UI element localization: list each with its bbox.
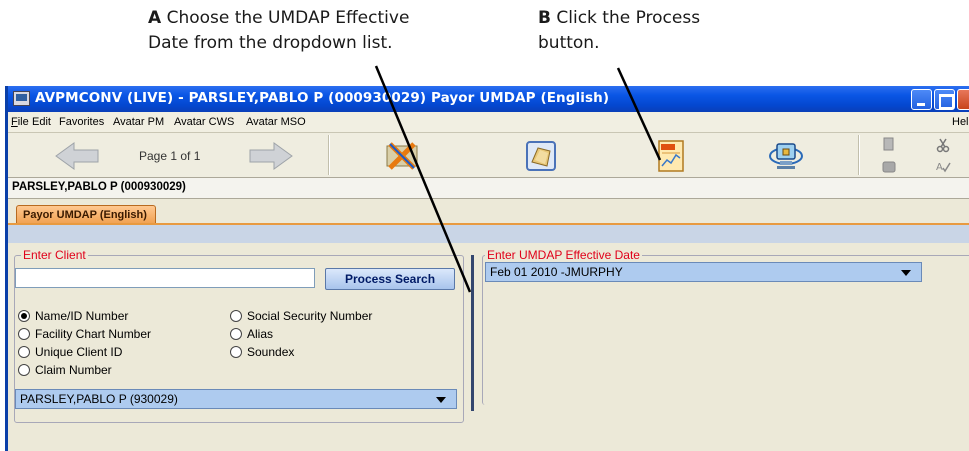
next-page-icon[interactable]	[248, 142, 294, 170]
window-title: AVPMCONV (LIVE) - PARSLEY,PABLO P (00093…	[35, 90, 610, 106]
page-indicator: Page 1 of 1	[139, 149, 201, 163]
cancel-form-icon[interactable]	[384, 138, 420, 174]
enter-client-group: Enter Client Process Search Name/ID Numb…	[14, 248, 464, 423]
option-facility-chart-label: Facility Chart Number	[35, 327, 152, 341]
option-soundex-label: Soundex	[247, 345, 295, 359]
secure-computer-icon[interactable]	[768, 138, 804, 174]
option-ssn[interactable]: Social Security Number	[230, 309, 372, 323]
menu-avatar-pm[interactable]: Avatar PM	[113, 116, 164, 128]
option-unique-client[interactable]: Unique Client ID	[18, 345, 122, 359]
callout-b-letter: B	[538, 8, 551, 28]
form-content: Enter Client Process Search Name/ID Numb…	[8, 243, 969, 451]
callout-b-line2: button.	[538, 33, 600, 53]
previous-page-icon[interactable]	[54, 142, 100, 170]
callout-a-line1: Choose the UMDAP Effective	[166, 8, 410, 28]
menu-favorites[interactable]: Favorites	[59, 116, 104, 128]
umdap-date-dropdown[interactable]: Feb 01 2010 -JMURPHY	[485, 262, 922, 282]
radio-unselected[interactable]	[18, 328, 30, 340]
paste-icon[interactable]	[881, 158, 897, 174]
client-select-value: PARSLEY,PABLO P (930029)	[20, 392, 178, 406]
umdap-date-group: Enter UMDAP Effective Date Feb 01 2010 -…	[482, 248, 969, 405]
toolbar: Page 1 of 1 A	[8, 132, 969, 178]
option-claim[interactable]: Claim Number	[18, 363, 112, 377]
menu-avatar-cws[interactable]: Avatar CWS	[174, 116, 234, 128]
umdap-date-legend: Enter UMDAP Effective Date	[485, 248, 642, 262]
copy-icon[interactable]	[881, 137, 897, 153]
panel-divider	[471, 255, 474, 411]
toolbar-separator	[328, 135, 330, 175]
callout-a-line2: Date from the dropdown list.	[148, 33, 393, 53]
radio-unselected[interactable]	[18, 364, 30, 376]
enter-client-legend: Enter Client	[21, 248, 88, 262]
radio-unselected[interactable]	[230, 310, 242, 322]
title-bar[interactable]: AVPMCONV (LIVE) - PARSLEY,PABLO P (00093…	[8, 86, 969, 112]
menu-edit[interactable]: Edit	[32, 116, 51, 128]
close-button[interactable]	[957, 89, 969, 110]
option-ssn-label: Social Security Number	[247, 309, 373, 323]
client-name: PARSLEY,PABLO P (000930029)	[12, 181, 186, 193]
chevron-down-icon[interactable]	[436, 397, 446, 403]
radio-unselected[interactable]	[230, 346, 242, 358]
chevron-down-icon[interactable]	[901, 270, 911, 276]
menu-avatar-mso[interactable]: Avatar MSO	[246, 116, 306, 128]
tab-strip: Payor UMDAP (English)	[8, 199, 969, 243]
client-header: PARSLEY,PABLO P (000930029)	[8, 178, 969, 199]
minimize-button[interactable]	[911, 89, 932, 110]
callout-a-letter: A	[148, 8, 162, 28]
tab-payor-umdap[interactable]: Payor UMDAP (English)	[16, 205, 156, 224]
cut-icon[interactable]	[935, 137, 951, 153]
svg-text:A: A	[936, 162, 943, 173]
menu-help[interactable]: Help	[952, 116, 969, 128]
callout-a: A Choose the UMDAP Effective Date from t…	[148, 6, 409, 56]
client-search-input[interactable]	[15, 268, 315, 288]
callout-b: B Click the Process button.	[538, 6, 700, 56]
app-window: AVPMCONV (LIVE) - PARSLEY,PABLO P (00093…	[5, 86, 969, 451]
option-soundex[interactable]: Soundex	[230, 345, 294, 359]
process-report-icon[interactable]	[653, 138, 689, 174]
toolbar-separator	[858, 135, 860, 175]
option-name-id[interactable]: Name/ID Number	[18, 309, 128, 323]
process-search-button[interactable]: Process Search	[325, 268, 455, 290]
option-facility-chart[interactable]: Facility Chart Number	[18, 327, 151, 341]
option-alias-label: Alias	[247, 327, 274, 341]
app-monitor-icon	[13, 91, 30, 106]
menu-bar: File Edit Favorites Avatar PM Avatar CWS…	[8, 112, 969, 132]
option-alias[interactable]: Alias	[230, 327, 273, 341]
option-name-id-label: Name/ID Number	[35, 309, 129, 323]
open-folder-icon[interactable]	[523, 138, 559, 174]
spell-check-icon[interactable]: A	[935, 158, 951, 174]
maximize-button[interactable]	[934, 89, 955, 110]
tab-underline	[8, 223, 969, 243]
option-unique-client-label: Unique Client ID	[35, 345, 123, 359]
radio-unselected[interactable]	[18, 346, 30, 358]
menu-file-label: ile	[17, 116, 29, 128]
callout-b-line1: Click the Process	[556, 8, 701, 28]
radio-unselected[interactable]	[230, 328, 242, 340]
radio-selected[interactable]	[18, 310, 30, 322]
menu-file[interactable]: File	[11, 116, 29, 128]
option-claim-label: Claim Number	[35, 363, 112, 377]
umdap-date-value: Feb 01 2010 -JMURPHY	[490, 265, 623, 279]
client-select-dropdown[interactable]: PARSLEY,PABLO P (930029)	[15, 389, 457, 409]
